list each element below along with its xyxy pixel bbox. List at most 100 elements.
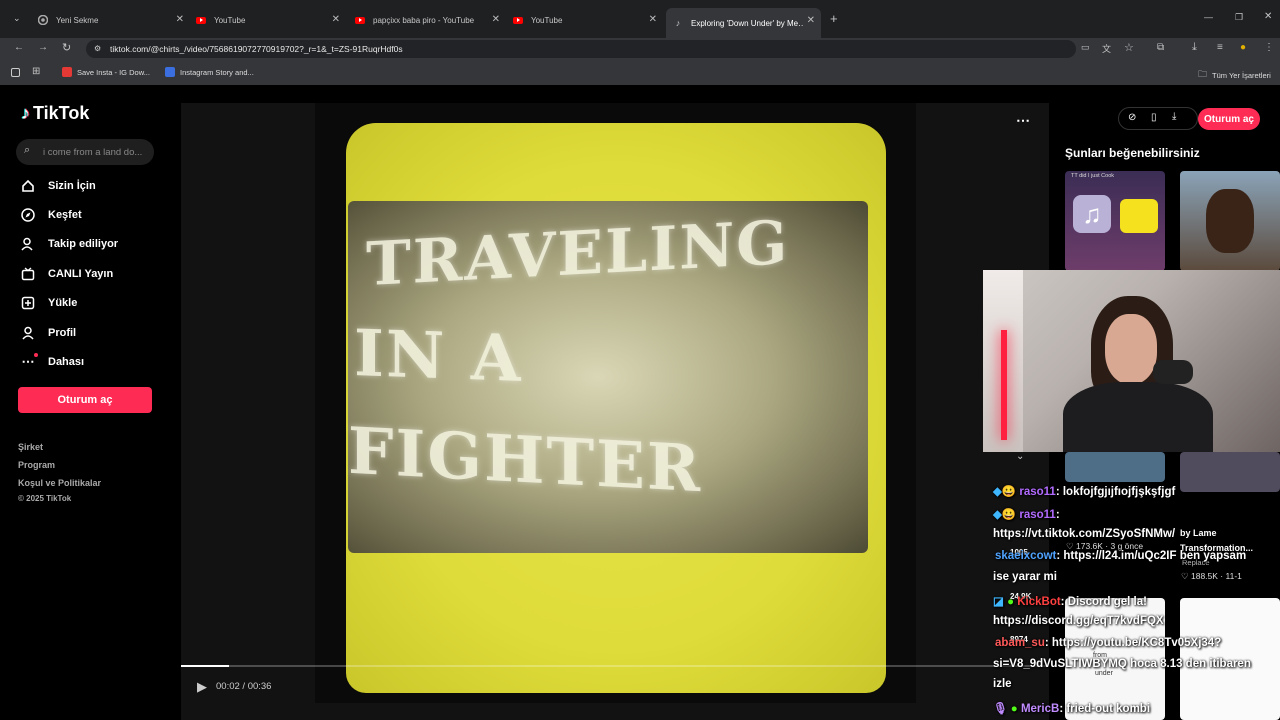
forward-arrow-icon[interactable]: → (38, 42, 48, 53)
new-tab-plus-icon[interactable]: + (830, 11, 838, 26)
bookmark-instagram-story[interactable]: Instagram Story and... (165, 67, 254, 77)
footer-terms-link[interactable]: Koşul ve Politikalar (18, 478, 101, 488)
minimize-icon[interactable]: — (1204, 12, 1213, 22)
window-close-icon[interactable]: ✕ (1264, 11, 1272, 22)
close-icon[interactable]: ✕ (649, 14, 657, 25)
chat-message-cont: https://discord.gg/eqT7kvdFQX (993, 615, 1164, 627)
tab-youtube-2[interactable]: papçixx baba piro - YouTube ✕ (355, 8, 500, 32)
compass-small-icon[interactable]: ⊘ (1128, 112, 1136, 123)
back-arrow-icon[interactable]: ← (14, 42, 24, 53)
search-box[interactable]: ⌕ i come from a land do... (16, 139, 154, 165)
play-icon[interactable]: ▶ (197, 679, 207, 695)
nav-label: Takip ediliyor (48, 238, 119, 250)
video-progress-track[interactable] (181, 665, 1049, 667)
url-bar[interactable]: ⚙ tiktok.com/@chirts_/video/756861907277… (86, 40, 1076, 58)
suggestion-thumb-2[interactable] (1180, 171, 1280, 271)
mic-badge-icon: 🎙 (993, 703, 1008, 715)
chat-username: skaeixcowt (995, 550, 1057, 562)
profile-avatar-icon[interactable]: ● (1240, 42, 1246, 53)
tab-title: papçixx baba piro - YouTube (373, 15, 475, 25)
suggestion-thumb-3[interactable] (1065, 452, 1165, 482)
chat-text: : Discord gel la! (1060, 596, 1147, 608)
close-icon[interactable]: ✕ (492, 14, 500, 25)
close-icon[interactable]: ✕ (332, 14, 340, 25)
close-icon[interactable]: ✕ (807, 15, 815, 26)
views: 188.5K (1190, 571, 1218, 581)
chat-message-cont: si=V8_9dVuSLTIWBYMQ hoca 8.13 den itibar… (993, 658, 1251, 670)
suggestion-thumb-4[interactable] (1180, 452, 1280, 492)
chat-message-cont: https://vt.tiktok.com/ZSyoSfNMw/ (993, 528, 1175, 540)
chevron-down-icon[interactable]: ⌄ (1016, 451, 1024, 462)
logo-text: TikTok (33, 103, 90, 123)
tab-list-icon[interactable]: ≡ (1217, 42, 1223, 53)
close-icon[interactable]: ✕ (176, 14, 184, 25)
bookmark-save-insta[interactable]: Save Insta - IG Dow... (62, 67, 150, 77)
site-info-icon[interactable]: ⚙ (94, 40, 101, 58)
music-note-icon: ♫ (1073, 195, 1111, 233)
footer-company-link[interactable]: Şirket (18, 442, 43, 452)
badge-icon: ◆ (993, 509, 1002, 521)
login-button[interactable]: Oturum aç (18, 387, 152, 413)
download-app-icon[interactable]: ⤓ (1172, 111, 1176, 122)
download-icon[interactable]: ⤓ (1192, 41, 1197, 54)
chat-username: abam_su (995, 637, 1045, 649)
nav-live[interactable]: CANLI Yayın (20, 266, 113, 282)
crt-title-card: TRAVELING IN A FIGHTER (348, 201, 868, 553)
reload-icon[interactable]: ↻ (62, 41, 71, 54)
bookmark-label: Save Insta - IG Dow... (77, 67, 150, 77)
extensions-icon[interactable]: ⧉ (1157, 42, 1164, 53)
video-time: 00:02 / 00:36 (216, 681, 272, 692)
footer-program-link[interactable]: Program (18, 460, 55, 470)
all-bookmarks-button[interactable]: 🗀 Tüm Yer İşaretleri (1198, 67, 1271, 83)
nav-for-you[interactable]: Sizin İçin (20, 178, 96, 194)
chat-message: ◆😀 raso11: (993, 507, 1060, 521)
tab-search-chevron-icon[interactable]: ⌄ (13, 13, 21, 24)
chat-text: : https://l24.im/uQc2IF ben yapsam (1056, 550, 1247, 562)
cartoon-cat-image (1120, 199, 1158, 233)
compass-icon (20, 207, 36, 223)
url-text: tiktok.com/@chirts_/video/75686190727709… (110, 44, 403, 54)
bookmark-favicon-icon (165, 67, 175, 77)
bookmark-star-icon[interactable]: ☆ (1124, 41, 1134, 54)
chat-text: : (1055, 509, 1060, 521)
login-label: Oturum aç (57, 394, 113, 406)
title-line-3: FIGHTER (348, 413, 703, 508)
tab-groups-icon[interactable] (11, 68, 20, 77)
footer-copyright: © 2025 TikTok (18, 494, 72, 503)
more-options-icon[interactable]: ⋯ (1016, 112, 1030, 129)
menu-kebab-icon[interactable]: ⋮ (1264, 42, 1274, 53)
address-toolbar: ← → ↻ ⚙ tiktok.com/@chirts_/video/756861… (0, 38, 1280, 60)
chat-message: 🎙 ● MericB: fried-out kombi (993, 701, 1150, 715)
tab-youtube-1[interactable]: YouTube ✕ (196, 8, 340, 32)
nav-profile[interactable]: Profil (20, 325, 76, 341)
tab-title: Yeni Sekme (56, 15, 99, 25)
verified-icon: ● (1007, 703, 1021, 715)
suggestion-thumb-1[interactable]: TT did I just Cook ♫ (1065, 171, 1165, 271)
nav-more[interactable]: ⋯ Dahası (20, 353, 84, 370)
nav-following[interactable]: Takip ediliyor (20, 236, 118, 252)
nav-label: Yükle (48, 297, 78, 309)
nav-explore[interactable]: Keşfet (20, 207, 82, 223)
badge-icon: ◪ (993, 596, 1004, 608)
install-app-icon[interactable]: ▭ (1081, 42, 1090, 53)
chat-message-cont: ise yarar mi (993, 571, 1057, 583)
chat-text: izle (993, 678, 1012, 690)
search-input[interactable]: i come from a land do... (43, 147, 142, 158)
tab-tiktok-active[interactable]: ♪ Exploring 'Down Under' by Me… ✕ (666, 8, 821, 38)
suggestions-title: Şunları beğenebilirsiniz (1065, 146, 1200, 160)
apps-grid-icon[interactable]: ⊞ (32, 66, 40, 77)
home-icon (20, 178, 36, 194)
tiktok-logo[interactable]: ♪ TikTok (21, 103, 89, 124)
chat-message-cont: izle (993, 678, 1012, 690)
nav-upload[interactable]: Yükle (20, 295, 77, 311)
top-login-label: Oturum aç (1203, 113, 1254, 125)
restore-icon[interactable]: ❐ (1235, 12, 1243, 23)
video-progress-fill (181, 665, 229, 667)
video-frame[interactable]: TRAVELING IN A FIGHTER (315, 103, 916, 703)
translate-icon[interactable]: 文 (1102, 42, 1111, 55)
top-login-button[interactable]: Oturum aç (1198, 108, 1260, 130)
tab-youtube-3[interactable]: YouTube ✕ (513, 8, 657, 32)
device-icon[interactable]: ▯ (1151, 112, 1157, 123)
tab-new-tab[interactable]: Yeni Sekme ✕ (38, 8, 184, 32)
emote-icon: 😀 (1001, 509, 1020, 521)
